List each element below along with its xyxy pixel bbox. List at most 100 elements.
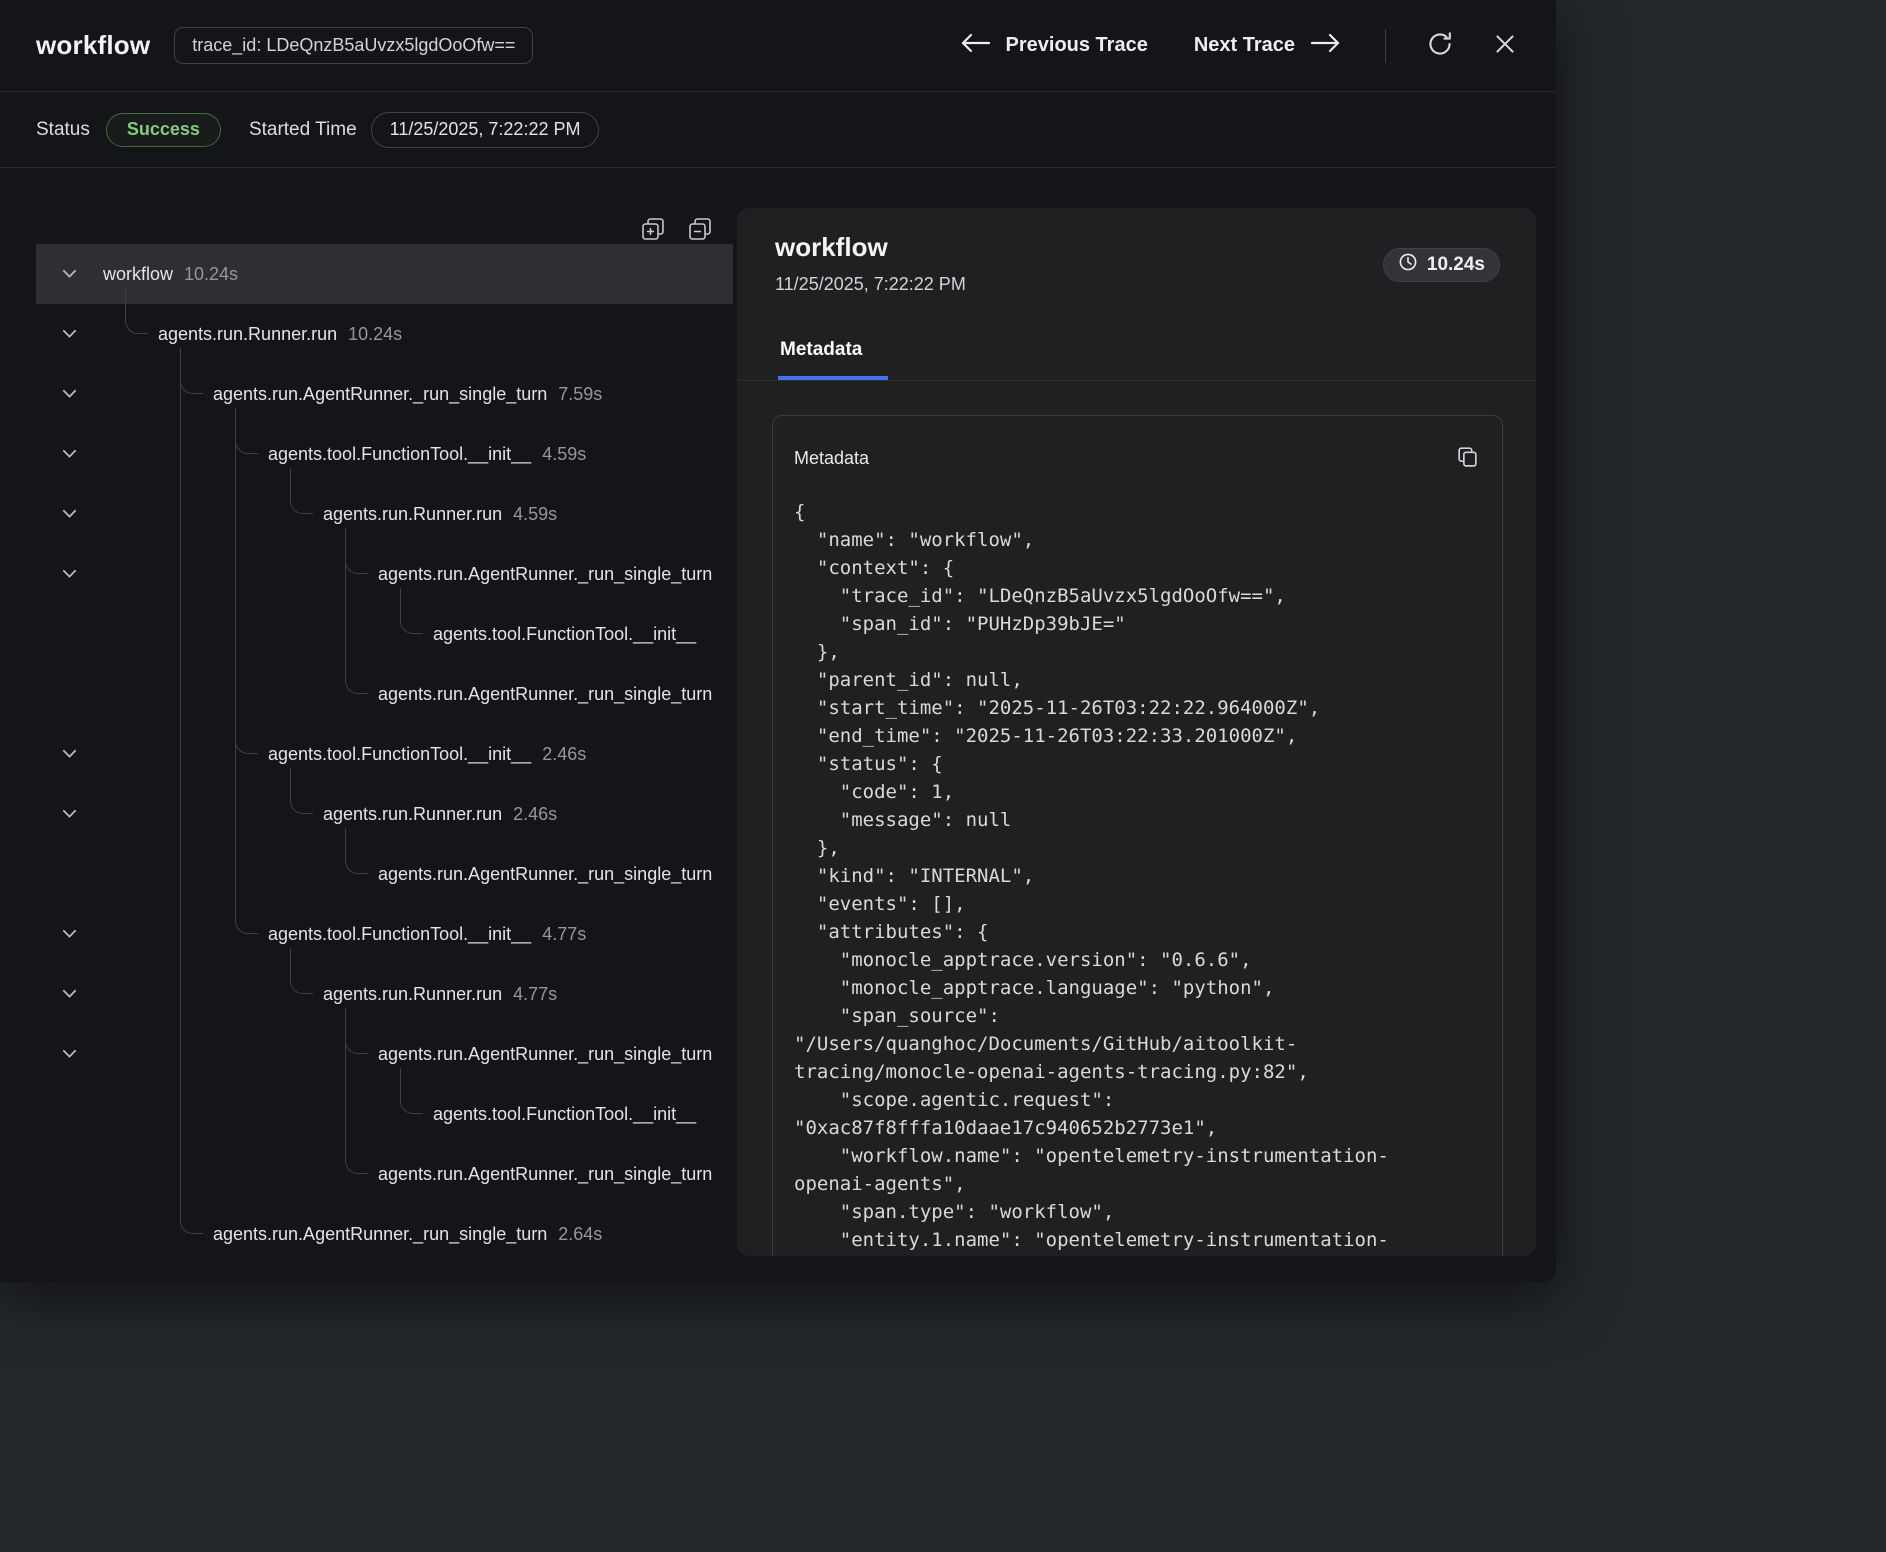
tree-guide: [180, 784, 181, 845]
span-name: agents.run.AgentRunner._run_single_turn: [213, 1224, 547, 1245]
close-button[interactable]: [1488, 27, 1522, 64]
span-tree-row[interactable]: agents.tool.FunctionTool.__init__4.59s: [36, 424, 733, 484]
span-duration: 2.46s: [542, 744, 586, 765]
span-tree-row[interactable]: agents.run.Runner.run 10.24s: [36, 304, 733, 364]
tree-guide: [180, 364, 181, 425]
span-duration: 2.64s: [558, 1224, 602, 1245]
previous-trace-button[interactable]: Previous Trace: [960, 32, 1148, 60]
span-tree-row[interactable]: agents.run.AgentRunner._run_single_turn: [36, 664, 733, 724]
next-trace-button[interactable]: Next Trace: [1194, 32, 1341, 60]
span-tree-row[interactable]: agents.tool.FunctionTool.__init__ 2.46s: [36, 724, 733, 784]
tree-guide: [180, 604, 181, 665]
tree-guide: [235, 784, 236, 845]
span-tree-row[interactable]: agents.run.AgentRunner._run_single_turn: [36, 544, 733, 604]
span-duration: 4.59s: [542, 444, 586, 465]
span-tree-row[interactable]: agents.run.AgentRunner._run_single_turn: [36, 1144, 733, 1204]
tree-guide: [180, 424, 181, 485]
header-left: workflow trace_id: LDeQnzB5aUvzx5lgdOoOf…: [36, 27, 533, 64]
span-tree-row[interactable]: agents.run.AgentRunner._run_single_turn 2…: [36, 1204, 733, 1264]
span-name: agents.run.AgentRunner._run_single_turn: [378, 564, 712, 585]
span-duration: 4.59s: [513, 504, 557, 525]
tab-metadata[interactable]: Metadata: [778, 326, 888, 380]
duration-badge: 10.24s: [1383, 248, 1500, 282]
tree-connector: [345, 528, 368, 574]
span-name: agents.tool.FunctionTool.__init__: [268, 744, 531, 765]
tree-guide: [180, 964, 181, 1025]
span-duration: 4.77s: [542, 924, 586, 945]
refresh-button[interactable]: [1422, 26, 1458, 65]
span-name: agents.run.AgentRunner._run_single_turn: [213, 384, 547, 405]
tree-guide: [180, 904, 181, 965]
span-detail-panel: workflow 11/25/2025, 7:22:22 PM 10.24s M…: [737, 208, 1536, 1256]
copy-button[interactable]: [1451, 440, 1484, 476]
tree-connector: [345, 1128, 368, 1174]
chevron-down-icon[interactable]: [60, 987, 78, 1001]
tree-guide: [180, 484, 181, 545]
duration-value: 10.24s: [1427, 254, 1485, 276]
arrow-right-icon: [1310, 32, 1341, 60]
tree-connector: [400, 1068, 423, 1114]
chevron-down-icon[interactable]: [60, 387, 78, 401]
span-name: agents.run.AgentRunner._run_single_turn: [378, 1164, 712, 1185]
span-tree-row[interactable]: agents.run.Runner.run2.46s: [36, 784, 733, 844]
chevron-down-icon[interactable]: [60, 327, 78, 341]
span-name: agents.run.AgentRunner._run_single_turn: [378, 684, 712, 705]
chevron-down-icon[interactable]: [60, 747, 78, 761]
tree-guide: [180, 544, 181, 605]
tree-connector: [235, 708, 258, 754]
tree-connector: [345, 648, 368, 694]
tree-connector: [125, 288, 148, 334]
trace-id-text: trace_id: LDeQnzB5aUvzx5lgdOoOfw==: [192, 35, 515, 56]
chevron-down-icon[interactable]: [60, 567, 78, 581]
close-icon: [1492, 31, 1518, 60]
tree-guide: [180, 724, 181, 785]
previous-trace-label: Previous Trace: [1006, 34, 1148, 57]
chevron-down-icon[interactable]: [60, 267, 78, 281]
span-tree-rows: workflow 10.24s agents.run.Runner.run 10.24…: [36, 244, 733, 1264]
span-duration: 10.24s: [184, 264, 238, 285]
span-tree-row[interactable]: agents.tool.FunctionTool.__init__: [36, 604, 733, 664]
span-tree-row[interactable]: agents.run.AgentRunner._run_single_turn: [36, 1024, 733, 1084]
tree-guide: [180, 664, 181, 725]
chevron-down-icon[interactable]: [60, 447, 78, 461]
chevron-down-icon[interactable]: [60, 927, 78, 941]
header: workflow trace_id: LDeQnzB5aUvzx5lgdOoOf…: [0, 0, 1556, 92]
tree-connector: [235, 408, 258, 454]
tree-guide: [180, 1084, 181, 1145]
tree-guide: [180, 1024, 181, 1085]
arrow-left-icon: [960, 32, 991, 60]
copy-icon: [1455, 444, 1480, 472]
expand-all-button[interactable]: [641, 217, 665, 244]
tree-guide: [235, 604, 236, 665]
metadata-card-title: Metadata: [794, 448, 869, 469]
detail-tabs: Metadata: [737, 326, 1536, 381]
span-tree-row[interactable]: agents.run.AgentRunner._run_single_turn7…: [36, 364, 733, 424]
span-tree-row[interactable]: agents.run.Runner.run4.77s: [36, 964, 733, 1024]
span-tree-row[interactable]: agents.run.Runner.run4.59s: [36, 484, 733, 544]
tree-connector: [180, 348, 203, 394]
next-trace-label: Next Trace: [1194, 34, 1295, 57]
span-name: agents.run.Runner.run: [323, 984, 502, 1005]
tree-guide: [235, 484, 236, 545]
span-name: workflow: [103, 264, 173, 285]
span-tree-row[interactable]: agents.run.AgentRunner._run_single_turn: [36, 844, 733, 904]
chevron-down-icon[interactable]: [60, 807, 78, 821]
tree-guide: [180, 844, 181, 905]
trace-id-pill: trace_id: LDeQnzB5aUvzx5lgdOoOfw==: [174, 27, 533, 64]
tree-guide: [235, 544, 236, 605]
tree-guide: [345, 1024, 346, 1085]
span-name: agents.tool.FunctionTool.__init__: [268, 924, 531, 945]
span-tree-row[interactable]: agents.tool.FunctionTool.__init__: [36, 1084, 733, 1144]
tree-guide: [345, 544, 346, 605]
chevron-down-icon[interactable]: [60, 507, 78, 521]
span-name: agents.tool.FunctionTool.__init__: [433, 1104, 696, 1125]
span-duration: 10.24s: [348, 324, 402, 345]
page-title: workflow: [36, 30, 150, 61]
started-time-value: 11/25/2025, 7:22:22 PM: [371, 112, 600, 148]
chevron-down-icon[interactable]: [60, 1047, 78, 1061]
span-name: agents.run.Runner.run: [158, 324, 337, 345]
collapse-all-button[interactable]: [688, 217, 712, 244]
span-tree-row[interactable]: agents.tool.FunctionTool.__init__ 4.77s: [36, 904, 733, 964]
tree-connector: [400, 588, 423, 634]
metadata-card: Metadata { "name": "workflow", "context"…: [772, 415, 1503, 1256]
